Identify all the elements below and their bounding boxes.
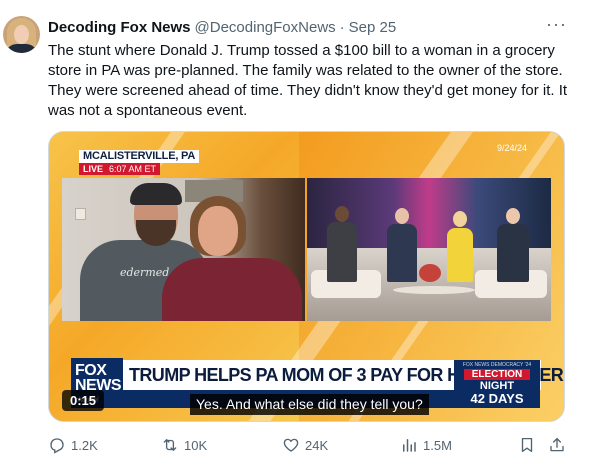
- video-panel-couple: edermed: [62, 178, 305, 321]
- host-figure: [447, 228, 473, 282]
- man-cap: [130, 183, 182, 205]
- video-panel-studio: [307, 178, 551, 321]
- like-button[interactable]: 24K: [282, 434, 328, 456]
- host-figure: [387, 224, 417, 282]
- more-icon[interactable]: ···: [546, 15, 566, 36]
- repost-icon: [163, 439, 177, 451]
- woman-figure: [162, 258, 302, 321]
- studio-flowers: [419, 264, 441, 282]
- host-figure: [497, 224, 529, 282]
- like-count: 24K: [305, 437, 329, 453]
- host-head: [506, 208, 520, 224]
- reply-icon: [50, 438, 64, 454]
- host-figure: [327, 222, 357, 282]
- video-timestamp: 0:15: [62, 390, 105, 411]
- bookmark-icon: [521, 437, 533, 453]
- host-head: [335, 206, 349, 222]
- views-icon: [403, 439, 416, 452]
- repost-count: 10K: [184, 437, 208, 453]
- author-handle[interactable]: @DecodingFoxNews: [195, 19, 336, 36]
- author-name[interactable]: Decoding Fox News: [48, 19, 191, 36]
- election-countdown: FOX NEWS DEMOCRACY '24 ELECTION NIGHT 42…: [454, 360, 540, 408]
- live-time: 6:07 AM ET: [109, 164, 157, 174]
- bookmark-button[interactable]: [518, 434, 541, 456]
- days-remaining: 42 DAYS: [470, 391, 524, 406]
- studio-table: [393, 286, 475, 294]
- reply-button[interactable]: 1.2K: [48, 434, 98, 456]
- light-switch: [75, 208, 86, 220]
- logo-fox-text: FOX: [75, 362, 107, 379]
- live-label: LIVE: [83, 164, 104, 174]
- avatar[interactable]: [3, 16, 40, 53]
- action-bar: 1.2K 10K 24K 1.5M: [48, 434, 573, 456]
- live-badge: LIVE 6:07 AM ET: [79, 163, 161, 175]
- separator-dot: ·: [339, 18, 345, 36]
- avatar-face: [14, 25, 29, 44]
- election-label: ELECTION: [464, 369, 530, 380]
- share-button[interactable]: [548, 434, 571, 456]
- tweet-time[interactable]: Sep 25: [349, 19, 397, 36]
- tweet-card[interactable]: Decoding Fox News @DecodingFoxNews · Sep…: [0, 0, 589, 474]
- views-count: 1.5M: [423, 437, 452, 453]
- host-head: [395, 208, 409, 224]
- share-icon: [550, 437, 564, 452]
- shirt-text: edermed: [120, 266, 170, 279]
- location-label: MCALISTERVILLE, PA: [79, 150, 200, 163]
- repost-button[interactable]: 10K: [161, 434, 207, 456]
- host-head: [453, 211, 467, 227]
- date-stamp: 9/24/24: [497, 143, 528, 153]
- tweet-header: Decoding Fox News @DecodingFoxNews · Sep…: [48, 17, 396, 37]
- tweet-text: The stunt where Donald J. Trump tossed a…: [48, 42, 568, 119]
- views-button[interactable]: 1.5M: [400, 434, 452, 456]
- woman-face: [198, 206, 238, 256]
- reply-count: 1.2K: [71, 437, 98, 453]
- avatar-shirt: [5, 44, 38, 53]
- like-icon: [283, 438, 299, 452]
- video-player[interactable]: edermed MCALISTERVILLE, PA LIVE 6:07 AM E…: [48, 131, 565, 422]
- video-caption: Yes. And what else did they tell you?: [190, 394, 429, 415]
- election-top-text: FOX NEWS DEMOCRACY '24: [462, 362, 532, 368]
